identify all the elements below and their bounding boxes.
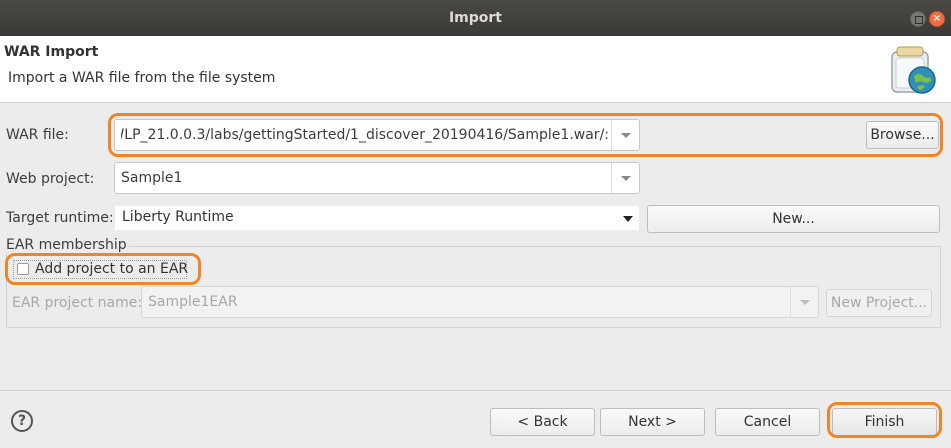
wizard-header: WAR Import Import a WAR file from the fi… (0, 36, 951, 103)
ear-membership-title: EAR membership (6, 237, 129, 253)
add-to-ear-checkbox[interactable] (17, 263, 29, 275)
target-runtime-select[interactable]: Liberty Runtime (115, 206, 639, 230)
target-runtime-label: Target runtime: (6, 210, 114, 226)
ear-project-combo[interactable]: Sample1EAR (141, 286, 819, 318)
dropdown-arrow-icon (623, 216, 633, 222)
import-war-icon (891, 46, 936, 94)
ear-project-name-label: EAR project name: (12, 295, 143, 311)
new-ear-project-button[interactable]: New Project... (826, 289, 932, 317)
footer-separator (0, 390, 951, 391)
web-project-dropdown[interactable] (611, 163, 639, 193)
chevron-down-icon (621, 176, 631, 181)
next-button[interactable]: Next > (600, 408, 705, 436)
ear-project-input[interactable]: Sample1EAR (148, 294, 788, 310)
chevron-down-icon (621, 133, 631, 138)
finish-button[interactable]: Finish (832, 408, 937, 436)
war-file-label: WAR file: (6, 127, 69, 143)
cancel-button[interactable]: Cancel (715, 408, 820, 436)
close-icon[interactable]: × (929, 11, 945, 27)
target-runtime-value: Liberty Runtime (122, 209, 234, 225)
web-project-label: Web project: (6, 171, 95, 187)
new-runtime-button[interactable]: New... (647, 205, 940, 233)
window-title: Import (448, 10, 503, 26)
title-bar: Import × (0, 0, 951, 36)
maximize-icon[interactable] (910, 11, 926, 27)
add-to-ear-label[interactable]: Add project to an EAR (35, 261, 188, 277)
chevron-down-icon (800, 300, 810, 305)
back-button[interactable]: < Back (490, 408, 595, 436)
help-icon[interactable]: ? (11, 410, 33, 432)
web-project-input[interactable]: Sample1 (121, 170, 609, 186)
war-file-dropdown[interactable] (611, 120, 639, 150)
web-project-combo[interactable]: Sample1 (114, 162, 640, 194)
page-title: WAR Import (4, 44, 99, 60)
page-description: Import a WAR file from the file system (8, 70, 276, 86)
war-file-combo[interactable]: :/WLP_21.0.0.3/labs/gettingStarted/1_dis… (114, 119, 640, 151)
browse-button[interactable]: Browse... (866, 121, 939, 149)
war-file-input[interactable]: :/WLP_21.0.0.3/labs/gettingStarted/1_dis… (121, 127, 609, 143)
ear-project-dropdown[interactable] (790, 287, 818, 317)
